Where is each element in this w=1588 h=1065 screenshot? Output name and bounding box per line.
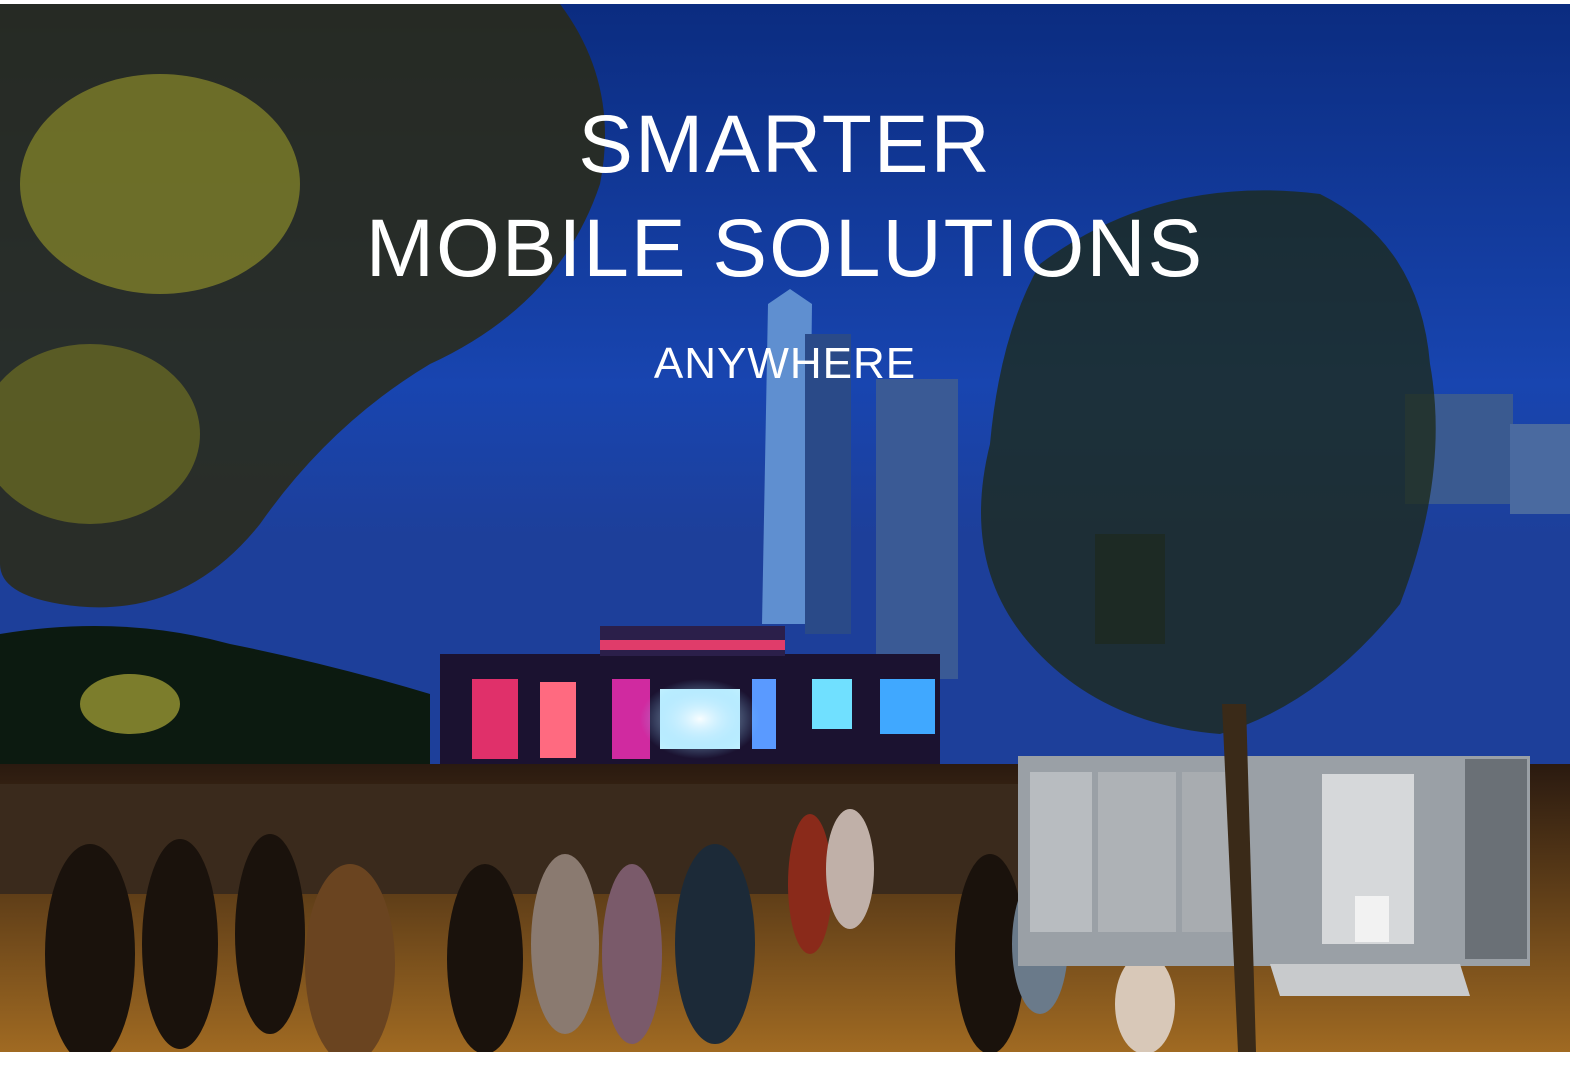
hero-banner: SMARTER MOBILE SOLUTIONS ANYWHERE [0,4,1570,1052]
headline-line-2: MOBILE SOLUTIONS [365,203,1205,294]
subheadline: ANYWHERE [653,339,917,388]
mobile-restroom-trailer [1018,756,1530,996]
headline-line-1: SMARTER [578,99,992,190]
